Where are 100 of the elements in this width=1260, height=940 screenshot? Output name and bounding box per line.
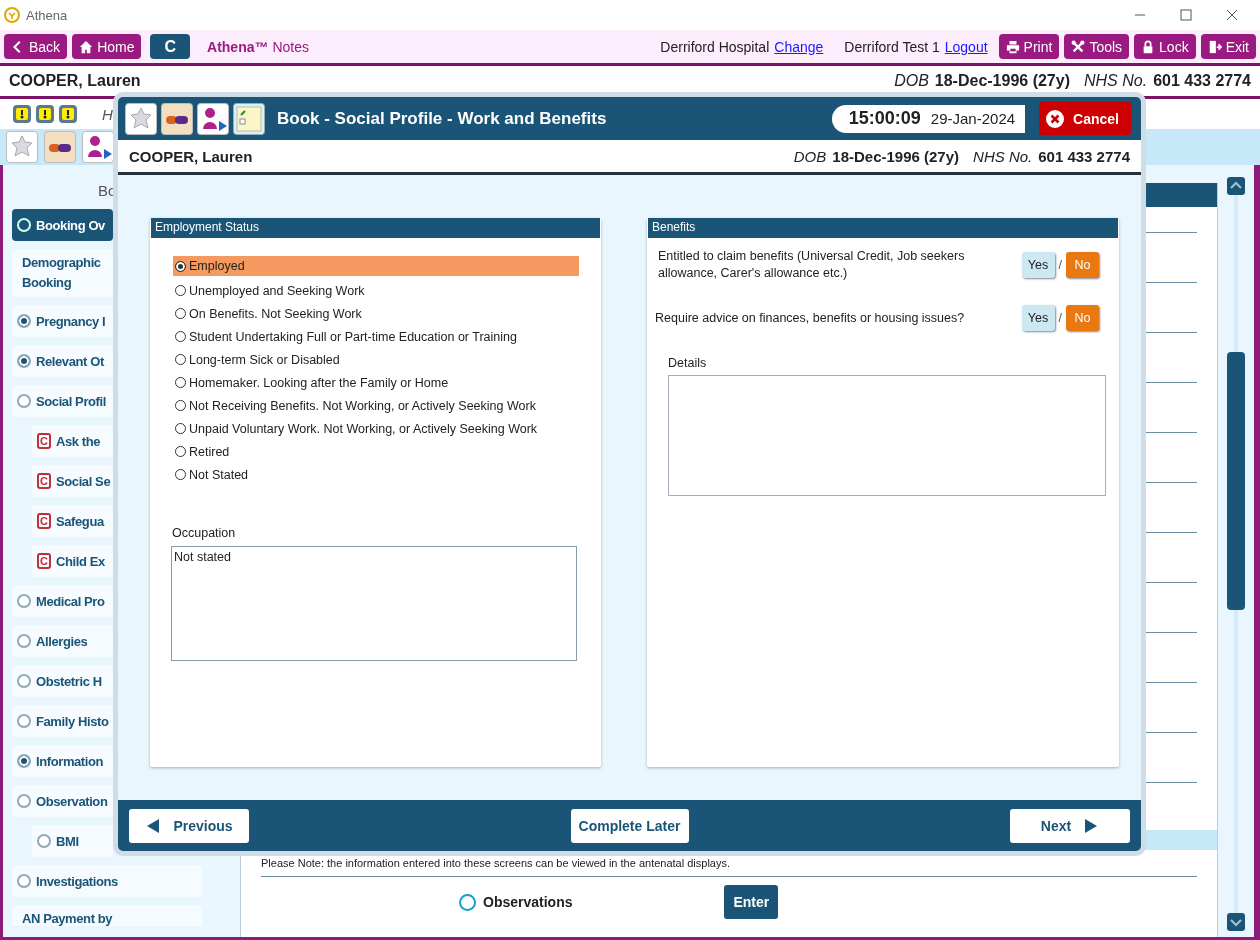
- sidebar-item[interactable]: Booking Ov: [12, 209, 113, 241]
- nhs-value: 601 433 2774: [1153, 72, 1251, 90]
- item-label: Child Ex: [56, 553, 105, 569]
- panel-title: Benefits: [648, 218, 1118, 238]
- item-label: Investigations: [36, 873, 118, 889]
- c-badge: C: [37, 513, 51, 529]
- item-label: AN Payment by: [22, 910, 113, 928]
- pill-icon[interactable]: [44, 131, 76, 163]
- sidebar-item[interactable]: Social Profil: [12, 385, 113, 417]
- pill-icon[interactable]: [161, 102, 193, 135]
- toolbar-button[interactable]: Back: [4, 34, 68, 59]
- item-label: Pregnancy I: [36, 313, 106, 329]
- separator-text: /: [1058, 311, 1062, 325]
- toolbar-button[interactable]: Tools: [1064, 34, 1130, 59]
- dialog-title: Book - Social Profile - Work and Benefits: [277, 108, 607, 129]
- toolbar-button[interactable]: C: [150, 34, 191, 59]
- radio-option[interactable]: Unemployed and Seeking Work: [173, 279, 579, 302]
- dob-label: DOB: [793, 147, 827, 165]
- scroll-up-button[interactable]: [1227, 177, 1245, 195]
- item-label: Demographic Booking: [22, 254, 102, 292]
- c-badge: C: [37, 553, 51, 569]
- change-link[interactable]: Change: [774, 38, 824, 55]
- sidebar-item[interactable]: Observation: [12, 785, 113, 817]
- c-badge: C: [37, 473, 51, 489]
- item-label: Social Se: [56, 473, 111, 489]
- radio-icon: [17, 754, 31, 768]
- item-label: Social Profil: [36, 393, 106, 409]
- radio-option[interactable]: Homemaker. Looking after the Family or Home: [173, 371, 579, 394]
- logout-link[interactable]: Logout: [944, 38, 988, 55]
- alert-icon[interactable]: [35, 104, 55, 124]
- patient-name: COOPER, Lauren: [9, 72, 141, 90]
- question-text: Require advice on finances, benefits or housing issues?: [655, 309, 966, 327]
- close-icon[interactable]: [1226, 9, 1238, 21]
- sidebar-item[interactable]: Demographic Booking: [12, 249, 113, 297]
- radio-option[interactable]: Employed: [173, 256, 579, 276]
- sidebar-item[interactable]: Relevant Ot: [12, 345, 113, 377]
- toolbar-button[interactable]: Lock: [1134, 34, 1196, 59]
- toolbar-button[interactable]: Home: [72, 34, 142, 59]
- radio-option[interactable]: Student Undertaking Full or Part-time Education or Training: [173, 325, 579, 348]
- app-logo-icon: [4, 7, 20, 23]
- answer-button[interactable]: Yes: [1021, 252, 1055, 278]
- cancel-button[interactable]: Cancel: [1039, 102, 1131, 135]
- radio-icon: [17, 714, 31, 728]
- item-label: Booking Ov: [36, 217, 105, 233]
- occupation-field[interactable]: Not stated: [171, 546, 577, 661]
- sidebar-item[interactable]: AN Payment by: [12, 905, 202, 926]
- clock-time: 15:00:09: [848, 108, 921, 129]
- sidebar-item[interactable]: Obstetric H: [12, 665, 113, 697]
- answer-button[interactable]: Yes: [1021, 305, 1055, 331]
- previous-button[interactable]: Previous: [129, 808, 249, 843]
- radio-icon: [17, 794, 31, 808]
- radio-option[interactable]: Not Stated: [173, 463, 579, 486]
- alert-icon[interactable]: [12, 104, 32, 124]
- item-label: BMI: [56, 833, 79, 849]
- hospital-name: Derriford Hospital: [660, 38, 770, 55]
- notepad-icon[interactable]: [233, 102, 265, 135]
- scrollbar-thumb[interactable]: [1227, 352, 1245, 610]
- radio-option[interactable]: Long-term Sick or Disabled: [173, 348, 579, 371]
- radio-option[interactable]: Not Receiving Benefits. Not Working, or Actively Seeking Work: [173, 394, 579, 417]
- radio-icon: [17, 674, 31, 688]
- c-badge: C: [37, 433, 51, 449]
- radio-option[interactable]: Retired: [173, 440, 579, 463]
- maximize-icon[interactable]: [1180, 9, 1192, 21]
- radio-option[interactable]: Unpaid Voluntary Work. Not Working, or Actively Seeking Work: [173, 417, 579, 440]
- exit-icon: [1207, 39, 1222, 54]
- nhs-value: 601 433 2774: [1038, 147, 1130, 165]
- radio-option[interactable]: On Benefits. Not Seeking Work: [173, 302, 579, 325]
- radio-icon: [17, 354, 31, 368]
- item-label: Relevant Ot: [36, 353, 104, 369]
- sidebar-item[interactable]: Pregnancy I: [12, 305, 113, 337]
- radio-button[interactable]: [459, 893, 476, 911]
- scroll-down-button[interactable]: [1227, 913, 1245, 931]
- details-label: Details: [668, 356, 708, 370]
- sidebar-item[interactable]: C Child Ex: [32, 545, 113, 577]
- complete-later-button[interactable]: Complete Later: [570, 808, 689, 843]
- sidebar-item[interactable]: Family Histo: [12, 705, 113, 737]
- next-button[interactable]: Next: [1010, 808, 1130, 843]
- details-field[interactable]: [668, 375, 1106, 496]
- observations-label: Observations: [483, 894, 573, 910]
- sidebar-item[interactable]: Medical Pro: [12, 585, 113, 617]
- nhs-label: NHS No.: [973, 147, 1033, 165]
- sidebar-item[interactable]: C Safegua: [32, 505, 113, 537]
- window-title: Athena: [26, 7, 68, 23]
- toolbar-button[interactable]: Print: [998, 34, 1060, 59]
- sidebar-item[interactable]: Investigations: [12, 865, 202, 897]
- alert-icon[interactable]: [58, 104, 78, 124]
- sidebar-item[interactable]: C Ask the: [32, 425, 113, 457]
- sidebar-item[interactable]: C Social Se: [32, 465, 113, 497]
- item-label: Ask the: [56, 433, 101, 449]
- left-arrow-icon: [145, 817, 162, 834]
- item-label: Information: [36, 753, 104, 769]
- sidebar-item[interactable]: BMI: [32, 825, 113, 857]
- enter-button[interactable]: Enter: [724, 885, 779, 919]
- toolbar-button[interactable]: Exit: [1200, 34, 1256, 59]
- sidebar-item[interactable]: Allergies: [12, 625, 113, 657]
- dob-label: DOB: [894, 72, 929, 90]
- radio-icon: [17, 314, 31, 328]
- sidebar-item[interactable]: Information: [12, 745, 113, 777]
- radio-icon: [17, 594, 31, 608]
- dob-value: 18-Dec-1996 (27y): [934, 72, 1070, 90]
